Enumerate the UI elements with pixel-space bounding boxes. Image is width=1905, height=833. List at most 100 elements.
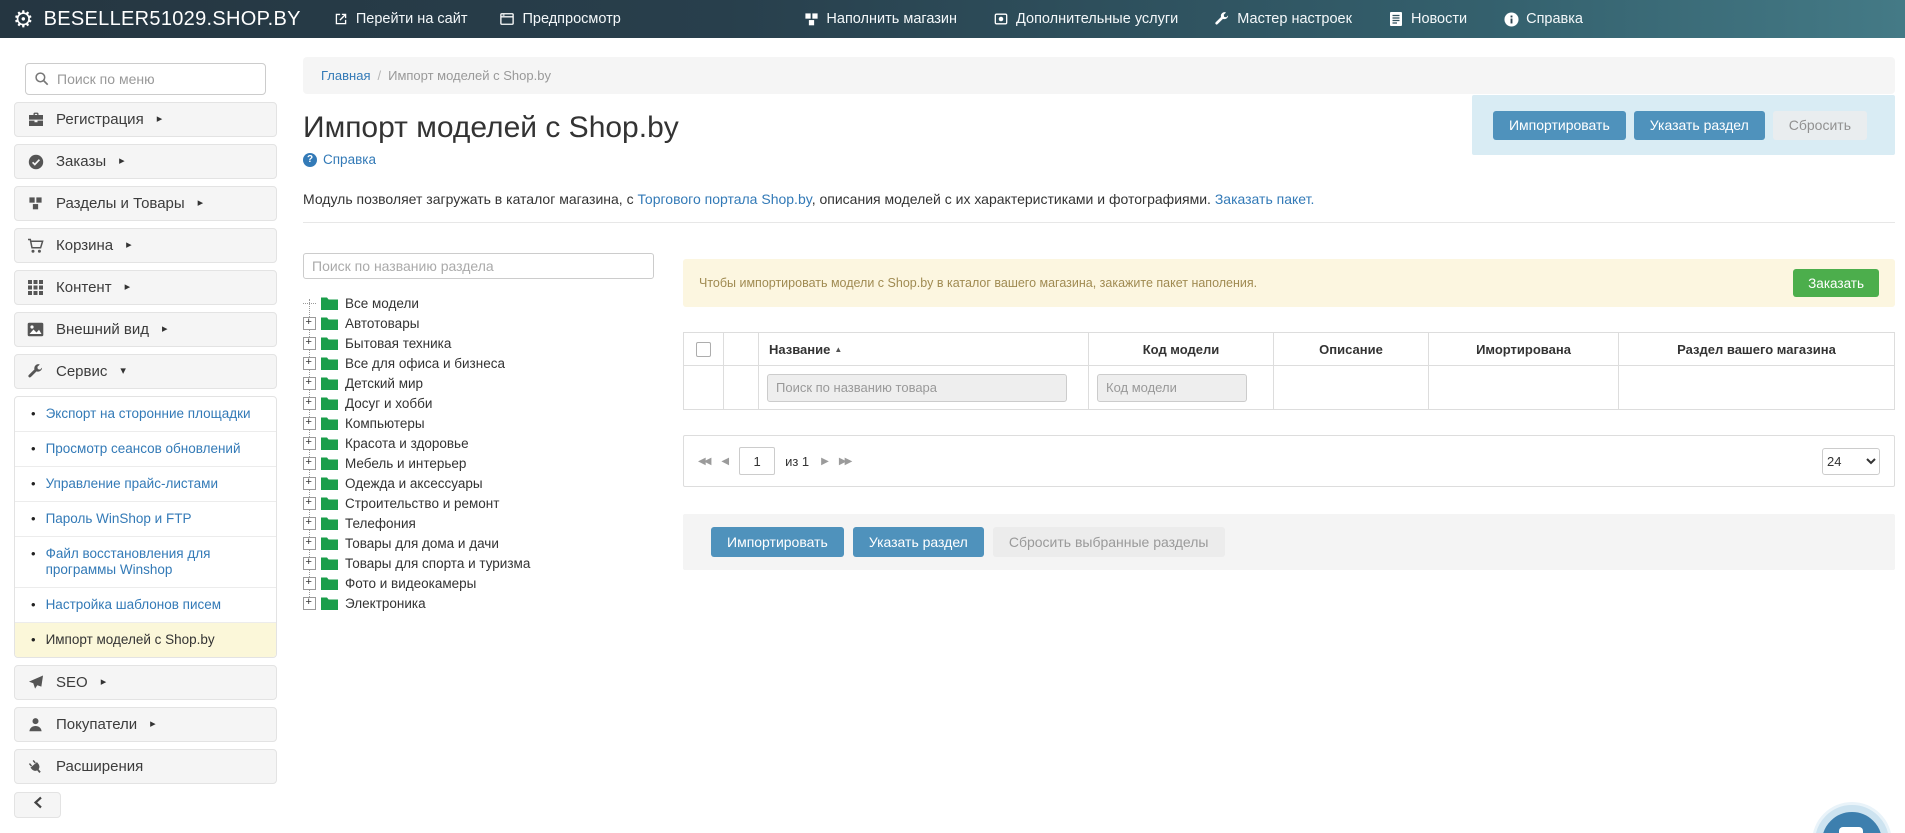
submenu-item-mail-templates[interactable]: • Настройка шаблонов писем [15,587,276,622]
sidebar-item-customers[interactable]: Покупатели ▸ [14,707,277,742]
nav-help[interactable]: Справка [1503,11,1583,27]
tree-node[interactable]: Детский мир [303,373,654,393]
nav-go-to-site[interactable]: Перейти на сайт [333,11,468,27]
nav-news[interactable]: Новости [1388,11,1467,27]
expand-icon[interactable] [303,456,316,470]
reset-sections-button[interactable]: Сбросить выбранные разделы [992,527,1225,557]
sidebar-item-content[interactable]: Контент ▸ [14,270,277,305]
news-icon [1388,11,1404,27]
expand-icon[interactable] [303,476,316,490]
sidebar-item-appearance[interactable]: Внешний вид ▸ [14,312,277,347]
last-page-icon[interactable]: ▶▶ [839,456,852,467]
nav-preview[interactable]: Предпросмотр [499,11,621,27]
sidebar-item-orders[interactable]: Заказы ▸ [14,144,277,179]
submenu-item-pricelists[interactable]: • Управление прайс-листами [15,466,276,501]
import-button-bottom[interactable]: Импортировать [711,527,844,557]
column-header-description[interactable]: Описание [1273,332,1429,366]
tree-node-root[interactable]: Все модели [303,293,654,313]
tree-node[interactable]: Мебель и интерьер [303,453,654,473]
tree-node[interactable]: Товары для спорта и туризма [303,553,654,573]
order-package-button[interactable]: Заказать [1793,269,1879,297]
nav-label: Предпросмотр [522,11,621,27]
service-submenu: • Экспорт на сторонние площадки • Просмо… [14,396,277,658]
expand-icon[interactable] [303,396,316,410]
sidebar-item-label: Расширения [56,758,144,775]
brand[interactable]: ⚙ BESELLER51029.SHOP.BY [13,7,301,31]
tree-node[interactable]: Красота и здоровье [303,433,654,453]
expand-icon[interactable] [303,536,316,550]
package-notice: Чтобы импортировать модели с Shop.by в к… [683,259,1895,307]
submenu-item-update-sessions[interactable]: • Просмотр сеансов обновлений [15,431,276,466]
tree-node[interactable]: Телефония [303,513,654,533]
page-size-select[interactable]: 24 [1822,447,1880,475]
expand-icon[interactable] [303,336,316,350]
portal-link[interactable]: Торгового портала Shop.by [637,191,811,207]
nav-fill-store[interactable]: Наполнить магазин [803,11,957,27]
name-filter-input[interactable] [767,373,1067,402]
tree-node[interactable]: Одежда и аксессуары [303,473,654,493]
sidebar-item-registration[interactable]: Регистрация ▸ [14,102,277,137]
set-section-button-bottom[interactable]: Указать раздел [852,527,984,557]
breadcrumb-home-link[interactable]: Главная [321,68,370,83]
expand-icon[interactable] [303,496,316,510]
expand-icon[interactable] [303,576,316,590]
sidebar-collapse-button[interactable] [14,792,61,818]
sidebar-item-label: Внешний вид [56,321,149,338]
caret-right-icon: ▸ [150,718,156,730]
tree-node[interactable]: Товары для дома и дачи [303,533,654,553]
select-all-checkbox[interactable] [696,342,711,358]
tree-node[interactable]: Компьютеры [303,413,654,433]
sidebar-item-sections-goods[interactable]: Разделы и Товары ▸ [14,186,277,221]
caret-right-icon: ▸ [197,197,204,209]
menu-search [25,63,266,95]
column-header-section[interactable]: Раздел вашего магазина [1618,332,1895,366]
tree-node[interactable]: Все для офиса и бизнеса [303,353,654,373]
order-package-link[interactable]: Заказать пакет. [1215,191,1315,207]
set-section-button[interactable]: Указать раздел [1633,110,1765,140]
expand-icon[interactable] [303,516,316,530]
submenu-item-export[interactable]: • Экспорт на сторонние площадки [15,397,276,431]
import-button[interactable]: Импортировать [1492,110,1626,140]
expand-icon[interactable] [303,556,316,570]
expand-icon[interactable] [303,596,316,610]
tree-node[interactable]: Фото и видеокамеры [303,573,654,593]
nav-extra-services[interactable]: Дополнительные услуги [993,11,1178,27]
expand-icon[interactable] [303,316,316,330]
sidebar-item-label: Контент [56,279,112,296]
sidebar-item-seo[interactable]: SEO ▸ [14,665,277,700]
nav-setup-wizard[interactable]: Мастер настроек [1214,11,1352,27]
submenu-item-winshop-password[interactable]: • Пароль WinShop и FTP [15,501,276,536]
expand-icon[interactable] [303,376,316,390]
sidebar-item-cart[interactable]: Корзина ▸ [14,228,277,263]
menu-search-input[interactable] [25,63,266,95]
reset-button[interactable]: Сбросить [1772,110,1867,140]
section-search-input[interactable] [303,253,654,279]
column-header-code[interactable]: Код модели [1088,332,1274,366]
nav-label: Перейти на сайт [355,11,468,27]
sidebar-item-extensions[interactable]: Расширения [14,749,277,784]
bullet-icon: • [31,476,36,491]
bullet-icon: • [31,406,36,421]
help-link[interactable]: Справка [303,152,376,167]
submenu-item-import-shopby[interactable]: • Импорт моделей с Shop.by [15,622,276,657]
sidebar-item-service[interactable]: Сервис ▾ [14,354,277,389]
admin-app: ⚙ BESELLER51029.SHOP.BY Перейти на сайт … [0,0,1905,833]
tree-node[interactable]: Электроника [303,593,654,613]
expand-icon[interactable] [303,436,316,450]
nav-label: Дополнительные услуги [1016,11,1179,27]
tree-node[interactable]: Бытовая техника [303,333,654,353]
column-header-name[interactable]: Название ▲ [758,332,1089,366]
tree-node[interactable]: Строительство и ремонт [303,493,654,513]
page-number-input[interactable] [739,447,776,475]
first-page-icon[interactable]: ◀◀ [698,456,711,467]
prev-page-icon[interactable]: ◀ [721,456,729,467]
column-header-imported[interactable]: Имортирована [1428,332,1619,366]
code-filter-input[interactable] [1097,373,1247,402]
expand-icon[interactable] [303,356,316,370]
next-page-icon[interactable]: ▶ [821,456,829,467]
submenu-item-recovery-file[interactable]: • Файл восстановления для программы Wins… [15,536,276,587]
expand-icon[interactable] [303,416,316,430]
tree-node[interactable]: Автотовары [303,313,654,333]
tree-node[interactable]: Досуг и хобби [303,393,654,413]
notice-text: Чтобы импортировать модели с Shop.by в к… [699,276,1258,290]
